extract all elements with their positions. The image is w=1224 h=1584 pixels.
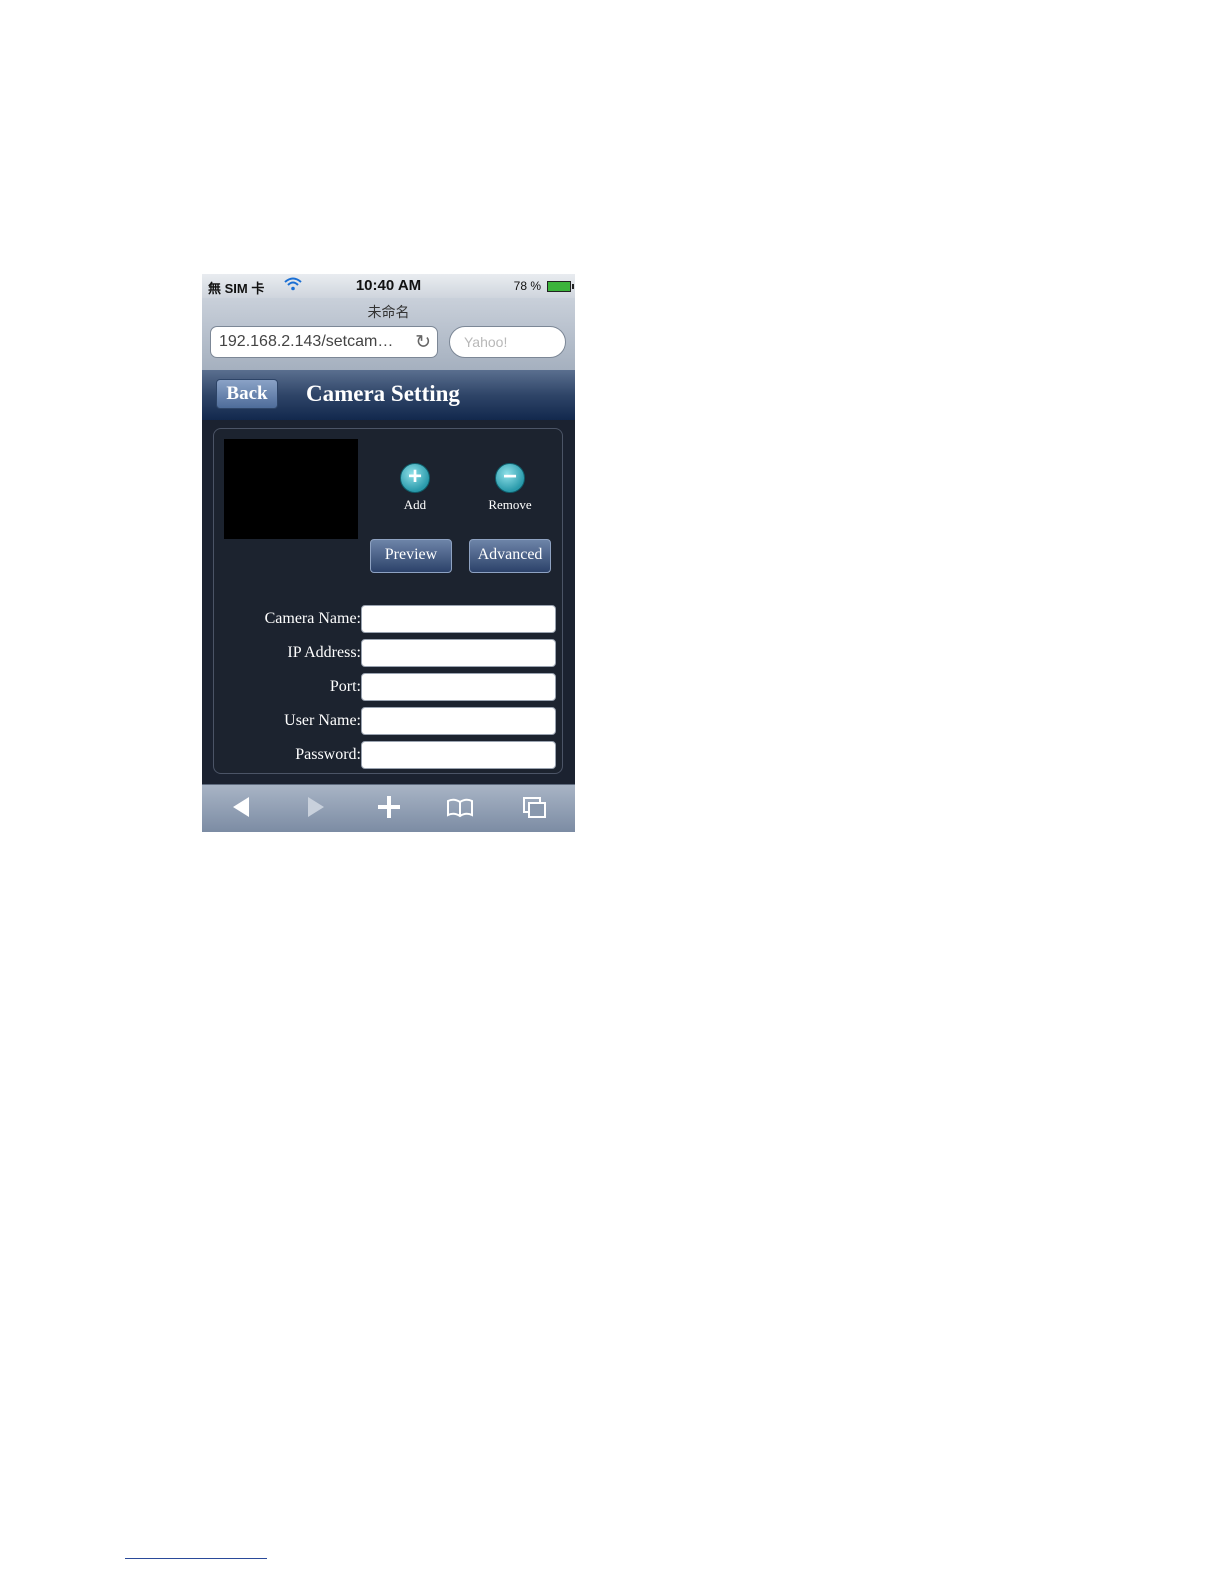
remove-icon: − <box>495 463 525 493</box>
camera-name-label: Camera Name: <box>264 610 361 627</box>
add-label: Add <box>403 497 427 512</box>
browser-toolbar <box>202 784 575 832</box>
port-label: Port: <box>329 678 361 695</box>
form-row-user-name: User Name: <box>214 707 564 737</box>
port-input[interactable] <box>361 673 556 701</box>
preview-button[interactable]: Preview <box>370 539 452 573</box>
add-button[interactable]: + Add <box>390 463 440 513</box>
content-area: + Add − Remove Preview Advanced Camera N… <box>202 420 575 784</box>
battery-icon <box>547 281 574 292</box>
pages-icon[interactable] <box>519 793 549 823</box>
password-label: Password: <box>295 746 361 763</box>
advanced-button[interactable]: Advanced <box>469 539 551 573</box>
camera-settings-panel: + Add − Remove Preview Advanced Camera N… <box>213 428 563 774</box>
browser-chrome: 未命名 192.168.2.143/setcam… ↻ Yahoo! <box>202 298 575 371</box>
user-name-input[interactable] <box>361 707 556 735</box>
form-row-password: Password: <box>214 741 564 771</box>
ip-address-input[interactable] <box>361 639 556 667</box>
reload-icon[interactable]: ↻ <box>415 331 431 354</box>
form-row-ip-address: IP Address: <box>214 639 564 669</box>
forward-arrow-icon[interactable] <box>299 793 329 823</box>
url-field[interactable]: 192.168.2.143/setcam… ↻ <box>210 326 438 358</box>
back-arrow-icon[interactable] <box>226 793 256 823</box>
remove-label: Remove <box>488 497 532 512</box>
nav-bar: Back Camera Setting <box>202 370 575 420</box>
camera-name-input[interactable] <box>361 605 556 633</box>
camera-preview <box>224 439 358 539</box>
nav-title: Camera Setting <box>306 381 460 406</box>
footnote-rule <box>125 1558 267 1559</box>
form-row-port: Port: <box>214 673 564 703</box>
password-input[interactable] <box>361 741 556 769</box>
status-bar: 無 SIM 卡 10:40 AM 78 % <box>202 274 575 298</box>
phone-screen: 無 SIM 卡 10:40 AM 78 % 未命名 192.168.2.143/… <box>202 274 575 832</box>
page-title: 未命名 <box>367 304 410 320</box>
remove-button[interactable]: − Remove <box>480 463 540 513</box>
url-text: 192.168.2.143/setcam… <box>219 333 394 350</box>
add-icon: + <box>400 463 430 493</box>
plus-icon[interactable] <box>374 793 404 823</box>
bookmarks-icon[interactable] <box>445 793 475 823</box>
user-name-label: User Name: <box>284 712 361 729</box>
search-placeholder: Yahoo! <box>464 334 508 350</box>
search-field[interactable]: Yahoo! <box>449 326 566 358</box>
form-row-camera-name: Camera Name: <box>214 605 564 635</box>
back-button[interactable]: Back <box>216 379 278 409</box>
ip-address-label: IP Address: <box>287 644 361 661</box>
battery-percent: 78 % <box>513 279 541 293</box>
